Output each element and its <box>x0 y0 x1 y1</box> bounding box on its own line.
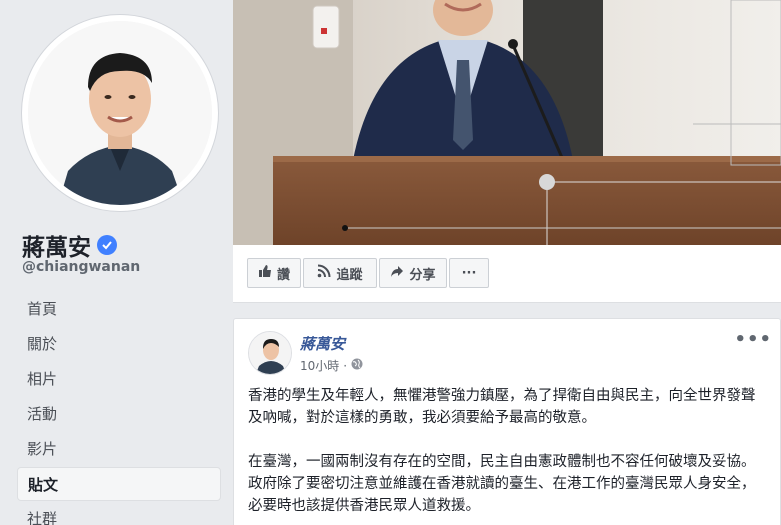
profile-name-text[interactable]: 蔣萬安 <box>22 228 91 262</box>
rss-icon <box>317 264 331 282</box>
profile-name[interactable]: 蔣萬安 <box>22 228 117 262</box>
post-body: 香港的學生及年輕人，無懼港警強力鎮壓，為了捍衛自由與民主，向全世界發聲及吶喊，對… <box>248 385 768 525</box>
page-action-bar: 讚 追蹤 分享 ··· <box>233 245 781 303</box>
nav-item-community[interactable]: 社群 <box>17 502 221 525</box>
nav-item-videos[interactable]: 影片 <box>17 432 221 466</box>
post-options-icon[interactable]: ••• <box>734 329 772 350</box>
nav-item-about[interactable]: 關於 <box>17 327 221 361</box>
more-label: ··· <box>461 265 477 281</box>
more-options-button[interactable]: ··· <box>449 258 489 288</box>
nav-item-events[interactable]: 活動 <box>17 397 221 431</box>
thumbs-up-icon <box>258 264 272 282</box>
nav-item-posts[interactable]: 貼文 <box>17 467 221 501</box>
cover-image <box>233 0 781 245</box>
profile-nav: 首頁 關於 相片 活動 影片 貼文 社群 <box>17 292 221 525</box>
nav-item-home[interactable]: 首頁 <box>17 292 221 326</box>
post-card: 蔣萬安 10小時 · ••• 香港的學生及年輕人，無懼港警強力鎮壓，為了捍衛自由… <box>233 318 781 525</box>
profile-photo <box>28 21 212 205</box>
profile-avatar[interactable] <box>21 14 219 212</box>
post-author-avatar[interactable] <box>248 331 292 375</box>
globe-icon[interactable] <box>351 358 363 373</box>
verified-badge-icon <box>97 235 117 255</box>
post-paragraph: 在臺灣，一國兩制沒有存在的空間，民主自由憲政體制也不容任何破壞及妥協。政府除了要… <box>248 454 756 514</box>
nav-item-photos[interactable]: 相片 <box>17 362 221 396</box>
share-button[interactable]: 分享 <box>379 258 447 288</box>
post-meta: 10小時 · <box>300 357 363 374</box>
like-button[interactable]: 讚 <box>247 258 301 288</box>
post-author-name[interactable]: 蔣萬安 <box>300 333 345 354</box>
post-timestamp[interactable]: 10小時 <box>300 357 339 374</box>
cover-photo[interactable] <box>233 0 781 245</box>
profile-sidebar: 蔣萬安 @chiangwanan 首頁 關於 相片 活動 影片 貼文 社群 <box>0 0 233 525</box>
like-label: 讚 <box>276 267 290 283</box>
post-paragraph: 香港的學生及年輕人，無懼港警強力鎮壓，為了捍衛自由與民主，向全世界發聲及吶喊，對… <box>248 388 756 426</box>
share-label: 分享 <box>409 267 436 283</box>
follow-label: 追蹤 <box>336 267 363 283</box>
share-arrow-icon <box>390 264 404 282</box>
profile-handle[interactable]: @chiangwanan <box>22 259 140 275</box>
follow-button[interactable]: 追蹤 <box>303 258 377 288</box>
